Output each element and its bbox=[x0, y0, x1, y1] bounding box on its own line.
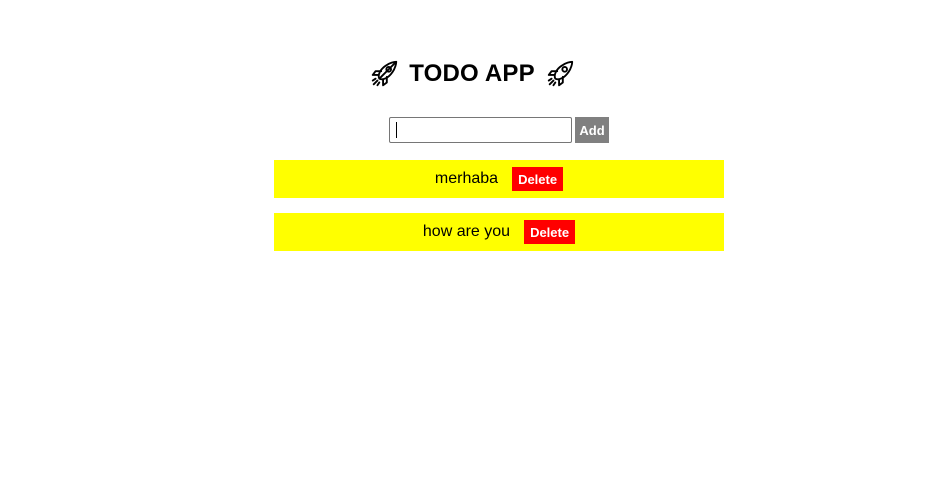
page-title: TODO APP bbox=[409, 60, 535, 87]
delete-button[interactable]: Delete bbox=[512, 167, 564, 191]
todo-text: how are you bbox=[422, 223, 511, 240]
list-item: how are you Delete bbox=[274, 213, 724, 251]
list-item: merhaba Delete bbox=[274, 160, 724, 198]
todo-app: TODO APP Add merhaba Delete how are you … bbox=[0, 0, 944, 498]
todo-list: merhaba Delete how are you Delete bbox=[274, 160, 724, 266]
add-button[interactable]: Add bbox=[575, 117, 609, 143]
rocket-icon bbox=[372, 60, 398, 87]
add-todo-form: Add bbox=[389, 116, 609, 144]
todo-text: merhaba bbox=[434, 170, 499, 187]
page-header: TODO APP bbox=[0, 56, 944, 92]
text-caret bbox=[396, 122, 397, 138]
todo-input[interactable] bbox=[389, 117, 572, 143]
delete-button[interactable]: Delete bbox=[524, 220, 576, 244]
rocket-icon bbox=[547, 60, 573, 87]
